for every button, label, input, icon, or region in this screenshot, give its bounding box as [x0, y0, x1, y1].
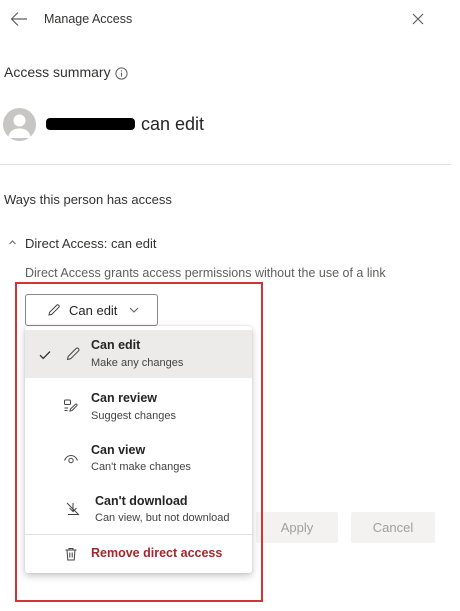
menu-item-label: Can review	[91, 391, 158, 405]
access-level-text: can edit	[141, 114, 205, 134]
avatar	[3, 108, 36, 141]
menu-item-sublabel: Make any changes	[91, 357, 184, 369]
cancel-button[interactable]: Cancel	[351, 512, 435, 543]
menu-item-can-review[interactable]: Can review Suggest changes	[25, 382, 252, 432]
panel-title: Manage Access	[44, 12, 133, 26]
chevron-down-icon	[129, 306, 139, 314]
menu-item-can-edit[interactable]: Can edit Make any changes	[25, 330, 252, 378]
checkmark-icon	[39, 350, 51, 360]
direct-access-description: Direct Access grants access permissions …	[25, 266, 386, 280]
menu-item-sublabel: Can't make changes	[91, 461, 191, 473]
pencil-icon	[65, 346, 81, 362]
apply-button[interactable]: Apply	[256, 512, 338, 543]
trash-icon	[63, 546, 79, 562]
menu-item-label: Can view	[91, 443, 146, 457]
permission-menu: Can edit Make any changes Can review Sug…	[25, 326, 252, 573]
info-icon[interactable]	[115, 67, 128, 80]
menu-item-can-view[interactable]: Can view Can't make changes	[25, 434, 252, 484]
remove-direct-access-label: Remove direct access	[91, 546, 223, 560]
divider	[0, 164, 451, 165]
menu-item-cant-download[interactable]: Can't download Can view, but not downloa…	[25, 486, 252, 532]
menu-item-sublabel: Suggest changes	[91, 410, 177, 422]
access-summary-title: Access summary	[4, 64, 111, 80]
review-icon	[63, 398, 79, 414]
no-download-icon	[65, 501, 81, 517]
menu-item-sublabel: Can view, but not download	[95, 512, 230, 524]
chevron-up-icon[interactable]	[8, 238, 17, 247]
close-icon[interactable]	[408, 9, 428, 29]
ways-title: Ways this person has access	[4, 192, 172, 207]
pencil-icon	[47, 303, 61, 317]
back-arrow-icon[interactable]	[8, 9, 30, 29]
menu-item-label: Can edit	[91, 338, 141, 352]
menu-divider	[25, 534, 252, 535]
redacted-name	[46, 118, 135, 130]
menu-item-remove-direct-access[interactable]: Remove direct access	[25, 538, 252, 570]
permission-dropdown[interactable]: Can edit	[25, 294, 158, 326]
direct-access-title[interactable]: Direct Access: can edit	[25, 236, 157, 251]
eye-icon	[63, 451, 79, 467]
menu-item-label: Can't download	[95, 494, 188, 508]
permission-dropdown-label: Can edit	[69, 303, 118, 318]
